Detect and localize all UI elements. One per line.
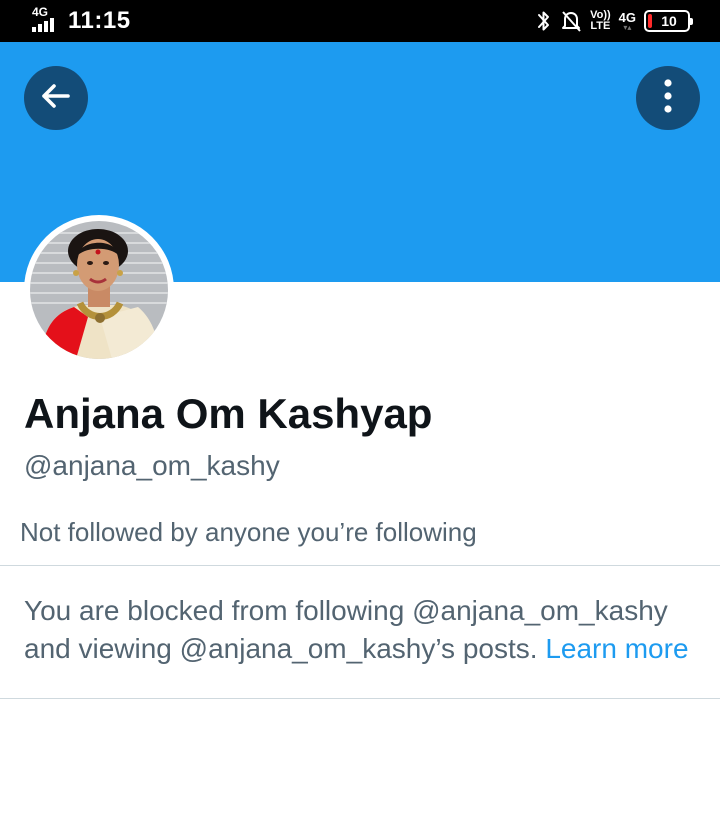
status-bar-right: Vo)) LTE 4G ▾▴ 10 [536, 0, 693, 42]
followed-by-text: Not followed by anyone you’re following [20, 517, 477, 547]
back-button[interactable] [24, 66, 88, 130]
network-type-label: 4G [32, 5, 49, 19]
vertical-ellipsis-icon [662, 78, 674, 119]
more-options-button[interactable] [636, 66, 700, 130]
network-type-label-right: 4G [618, 9, 636, 25]
profile-handle: @anjana_om_kashy [24, 450, 280, 481]
volte-indicator: Vo)) LTE [590, 10, 611, 32]
divider-bottom [0, 698, 720, 699]
bluetooth-icon [536, 9, 552, 33]
profile-name: Anjana Om Kashyap [24, 390, 433, 437]
mobile-data-indicator: 4G ▾▴ [619, 11, 636, 32]
volte-bottom-label: LTE [590, 20, 611, 32]
avatar-photo [30, 221, 168, 359]
notifications-muted-icon [560, 9, 582, 33]
status-bar: 4G 11:15 Vo)) LTE 4G ▾▴ 10 [0, 0, 720, 42]
divider-top [0, 565, 720, 566]
status-time: 11:15 [68, 7, 131, 34]
learn-more-link[interactable]: Learn more [545, 633, 688, 664]
blocked-notice: You are blocked from following @anjana_o… [24, 592, 704, 668]
battery-level: 10 [661, 13, 677, 29]
battery-icon: 10 [644, 10, 693, 32]
status-bar-left: 4G 11:15 [30, 0, 131, 42]
profile-avatar[interactable] [24, 215, 174, 365]
arrow-left-icon [37, 77, 75, 120]
data-activity-icon: ▾▴ [623, 22, 632, 32]
cellular-signal-icon: 4G [30, 6, 58, 36]
